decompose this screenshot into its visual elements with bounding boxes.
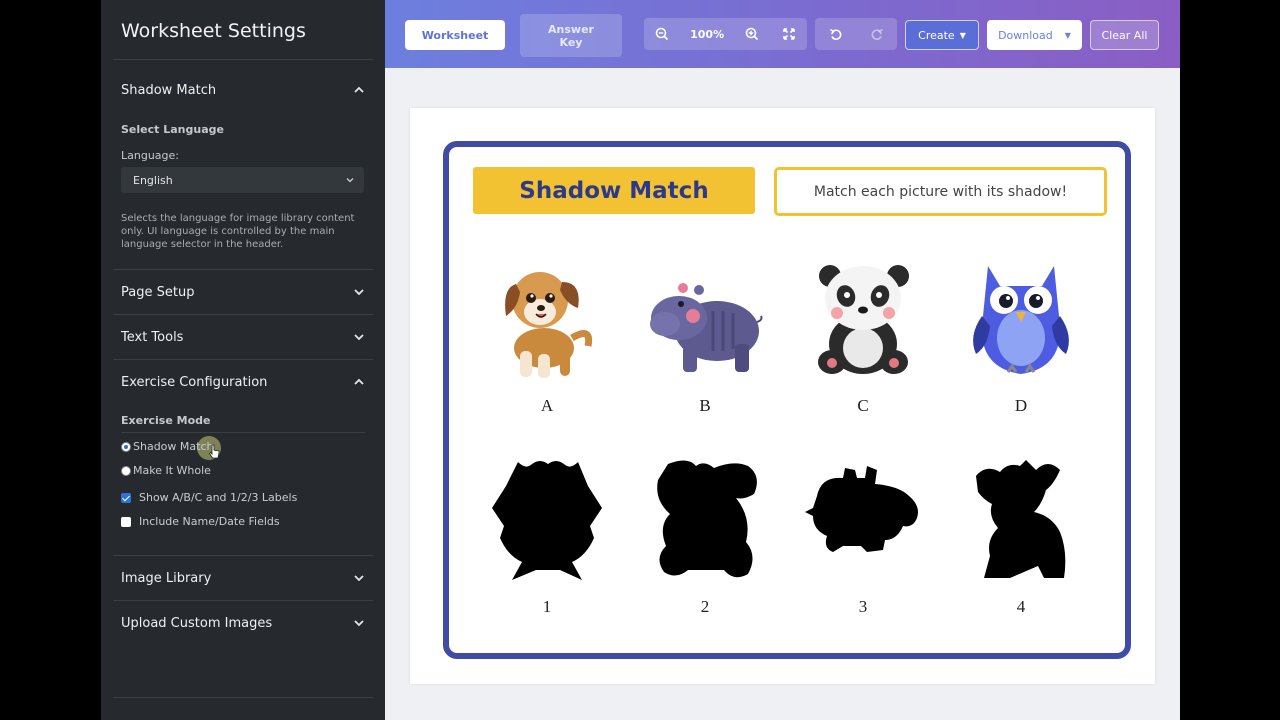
shadow-dog[interactable] [961,456,1081,581]
zoom-in-icon[interactable] [743,25,761,43]
worksheet-instructions[interactable]: Match each picture with its shadow! [774,167,1107,216]
picture-hippo[interactable] [645,256,765,381]
mode-make-it-whole-radio[interactable]: Make It Whole [121,464,211,477]
section-page-setup[interactable]: Page Setup [121,281,365,303]
shadow-owl[interactable] [487,456,607,581]
name-date-checkbox[interactable]: Include Name/Date Fields [121,515,280,528]
radio-label: Make It Whole [133,464,211,477]
create-dropdown-button[interactable]: Create ▼ [905,20,979,50]
divider [113,359,373,360]
download-label: Download [998,28,1053,42]
radio-label: Shadow Match [133,440,214,453]
answer-key-tab-button[interactable]: Answer Key [520,14,622,57]
worksheet-page: Shadow Match Match each picture with its… [410,108,1155,684]
shadow-label: 2 [700,597,710,616]
section-exercise-configuration[interactable]: Exercise Configuration [121,371,365,393]
picture-owl[interactable] [961,256,1081,381]
picture-label: B [699,396,711,415]
section-shadow-match[interactable]: Shadow Match [121,79,365,101]
caret-down-icon: ▼ [959,30,966,40]
download-dropdown-button[interactable]: Download ▼ [987,20,1082,50]
divider [113,314,373,315]
chevron-down-icon [346,178,354,183]
section-label: Text Tools [121,329,184,345]
radio-button[interactable] [121,465,131,476]
section-image-library[interactable]: Image Library [121,567,365,589]
pointer-cursor-icon [209,444,220,459]
checkbox[interactable] [121,492,131,503]
dog-icon [505,272,593,378]
worksheet-border: Shadow Match Match each picture with its… [443,141,1131,659]
create-label: Create [918,28,955,42]
language-label: Language: [121,149,179,162]
picture-label: A [540,396,554,415]
panda-shadow-icon [656,460,757,578]
worksheet-title[interactable]: Shadow Match [473,167,755,214]
chevron-down-icon [354,620,364,627]
history-controls [815,18,897,50]
chevron-down-icon [354,575,364,582]
section-label: Page Setup [121,284,195,300]
section-label: Shadow Match [121,82,217,98]
section-label: Upload Custom Images [121,615,273,631]
shadow-panda[interactable] [645,456,765,581]
shadow-hippo[interactable] [803,456,923,581]
language-value: English [133,173,173,187]
language-select[interactable]: English [121,167,364,193]
zoom-out-icon[interactable] [653,25,671,43]
settings-sidebar: Worksheet Settings Shadow Match Select L… [101,0,385,720]
shadow-label: 1 [542,597,552,616]
fit-screen-icon[interactable] [780,25,798,43]
section-upload-custom-images[interactable]: Upload Custom Images [121,612,365,634]
owl-shadow-icon [491,461,602,580]
language-help-text: Selects the language for image library c… [121,213,355,250]
redo-icon[interactable] [868,25,886,43]
sidebar-title: Worksheet Settings [121,20,306,42]
checkbox[interactable] [121,516,131,527]
divider [113,555,373,556]
panda-icon [817,265,909,374]
clear-all-button[interactable]: Clear All [1090,20,1159,50]
checkbox-label: Show A/B/C and 1/2/3 Labels [139,491,298,504]
dog-shadow-icon [975,460,1065,578]
undo-icon[interactable] [827,25,845,43]
shadow-label: 4 [1016,597,1026,616]
owl-icon [972,266,1069,374]
caret-down-icon: ▼ [1064,30,1071,40]
worksheet-tab-button[interactable]: Worksheet [405,20,505,50]
answer-key-label: Answer Key [548,22,594,49]
picture-label: D [1014,396,1028,415]
divider [113,697,373,698]
exercise-mode-heading: Exercise Mode [121,414,211,427]
app-frame: Worksheet Settings Shadow Match Select L… [101,0,1180,720]
chevron-down-icon [354,289,364,296]
hippo-shadow-icon [805,466,918,552]
radio-button[interactable] [121,441,131,452]
divider [121,432,365,433]
chevron-up-icon [354,86,364,93]
zoom-level: 100% [690,27,725,41]
chevron-down-icon [354,334,364,341]
divider [113,59,373,60]
section-text-tools[interactable]: Text Tools [121,326,365,348]
section-label: Image Library [121,570,212,586]
chevron-up-icon [354,378,364,385]
divider [113,269,373,270]
divider [113,600,373,601]
hippo-icon [650,283,763,372]
language-heading: Select Language [121,123,224,136]
checkbox-label: Include Name/Date Fields [139,515,280,528]
picture-dog[interactable] [487,256,607,381]
picture-panda[interactable] [803,256,923,381]
mode-shadow-match-radio[interactable]: Shadow Match [121,440,213,453]
section-label: Exercise Configuration [121,374,268,390]
show-labels-checkbox[interactable]: Show A/B/C and 1/2/3 Labels [121,491,297,504]
top-toolbar: Worksheet Answer Key 100% Create ▼ Downl… [385,0,1180,68]
picture-label: C [857,396,869,415]
zoom-controls: 100% [644,18,807,50]
shadow-label: 3 [858,597,868,616]
